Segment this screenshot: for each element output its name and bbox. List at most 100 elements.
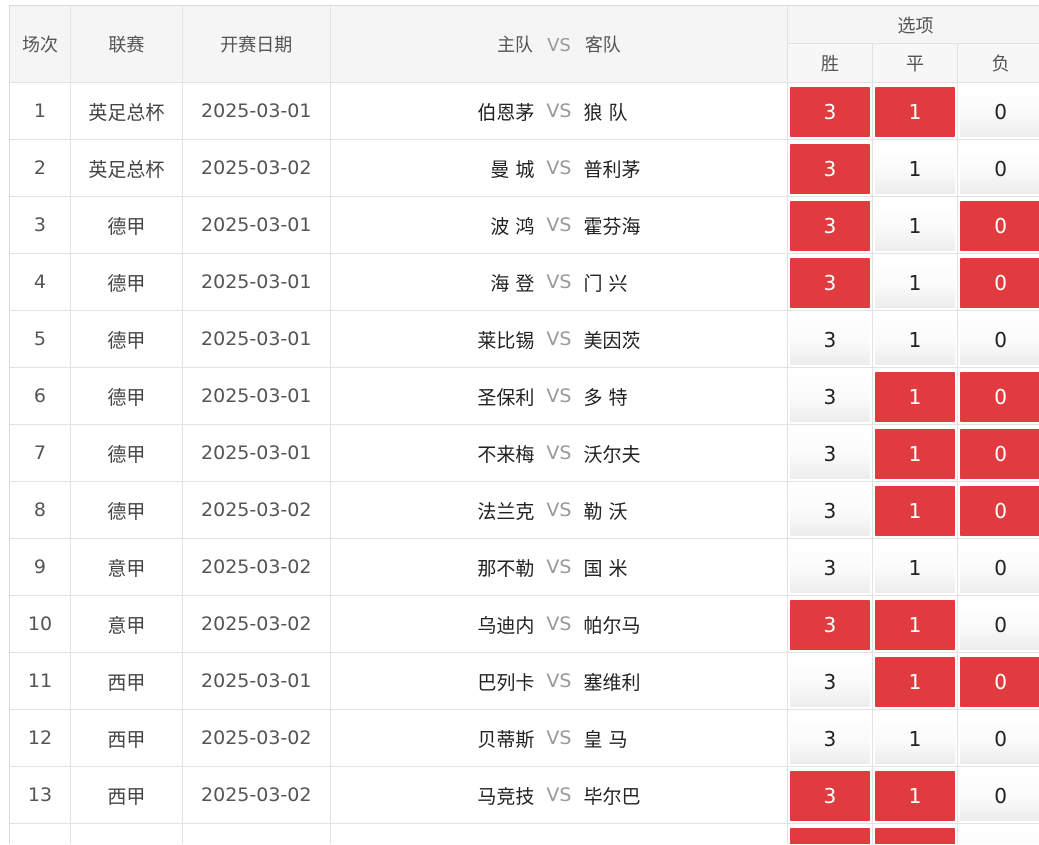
row-league: 法甲 — [70, 823, 183, 844]
option-draw-button[interactable]: 1 — [874, 200, 956, 251]
option-draw-button[interactable]: 1 — [874, 143, 956, 194]
option-draw-button[interactable]: 1 — [874, 599, 956, 650]
row-date: 2025-03-02 — [182, 538, 331, 596]
row-match-inner: 那不勒 VS 国 米 — [331, 554, 787, 581]
option-lose-cell: 0 — [957, 766, 1039, 824]
option-win-cell: 3 — [787, 481, 873, 539]
option-draw-button[interactable]: 1 — [874, 428, 956, 479]
row-match-inner: 不来梅 VS 沃尔夫 — [331, 440, 787, 467]
option-win-button[interactable]: 3 — [790, 200, 870, 251]
option-draw-button[interactable]: 1 — [874, 656, 956, 707]
option-draw-cell: 1 — [872, 823, 959, 844]
row-match: 圣保利 VS 多 特 — [330, 367, 789, 425]
table-body: 1 英足总杯 2025-03-01 伯恩茅 VS 狼 队 3 1 0 2 英足总… — [10, 82, 1039, 844]
away-team: 国 米 — [583, 557, 628, 580]
option-draw-button[interactable]: 1 — [874, 827, 956, 844]
table-row: 2 英足总杯 2025-03-02 曼 城 VS 普利茅 3 1 0 — [10, 139, 1039, 197]
option-draw-button[interactable]: 1 — [874, 770, 956, 821]
option-lose-button[interactable]: 0 — [960, 542, 1039, 593]
row-index: 3 — [10, 196, 71, 254]
row-date-text: 2025-03-01 — [201, 328, 312, 350]
option-win-button[interactable]: 3 — [790, 827, 870, 844]
row-index-text: 7 — [33, 442, 47, 464]
home-team: 乌迪内 — [477, 614, 535, 637]
option-win-button[interactable]: 3 — [790, 143, 870, 194]
option-lose-button[interactable]: 0 — [960, 428, 1039, 479]
option-draw-button[interactable]: 1 — [874, 542, 956, 593]
option-draw-button[interactable]: 1 — [874, 485, 956, 536]
option-draw-cell: 1 — [872, 253, 959, 311]
row-league-text: 德甲 — [107, 215, 146, 238]
option-win-button[interactable]: 3 — [790, 542, 870, 593]
option-win-button[interactable]: 3 — [790, 770, 870, 821]
option-win-button[interactable]: 3 — [790, 485, 870, 536]
option-lose-cell: 0 — [957, 823, 1039, 844]
option-lose-button[interactable]: 0 — [960, 599, 1039, 650]
away-team: 霍芬海 — [583, 215, 641, 238]
option-lose-button[interactable]: 0 — [960, 770, 1039, 821]
option-win-button[interactable]: 3 — [790, 257, 870, 308]
header-lose: 负 — [957, 43, 1039, 83]
row-date: 2025-03-01 — [182, 196, 331, 254]
row-league-text: 英足总杯 — [88, 158, 165, 181]
row-league: 英足总杯 — [70, 139, 183, 197]
option-lose-cell: 0 — [957, 481, 1039, 539]
option-lose-cell: 0 — [957, 139, 1039, 197]
option-win-button[interactable]: 3 — [790, 86, 870, 137]
row-date-text: 2025-03-01 — [201, 442, 312, 464]
row-date: 2025-03-02 — [182, 481, 331, 539]
option-win-cell: 3 — [787, 823, 873, 844]
option-lose-button[interactable]: 0 — [960, 200, 1039, 251]
row-index-text: 2 — [33, 157, 47, 179]
row-index-text: 12 — [27, 727, 53, 749]
option-draw-button[interactable]: 1 — [874, 371, 956, 422]
table-row: 3 德甲 2025-03-01 波 鸿 VS 霍芬海 3 1 0 — [10, 196, 1039, 254]
table-header: 场次 联赛 开赛日期 主队 VS 客队 选项 胜 平 负 — [10, 6, 1039, 83]
row-index: 4 — [10, 253, 71, 311]
row-date-text: 2025-03-02 — [201, 556, 312, 578]
row-date: 2025-03-01 — [182, 253, 331, 311]
option-win-button[interactable]: 3 — [790, 656, 870, 707]
row-date: 2025-03-02 — [182, 595, 331, 653]
option-lose-button[interactable]: 0 — [960, 371, 1039, 422]
option-lose-button[interactable]: 0 — [960, 314, 1039, 365]
option-lose-button[interactable]: 0 — [960, 86, 1039, 137]
option-lose-button[interactable]: 0 — [960, 485, 1039, 536]
away-team: 塞维利 — [583, 671, 641, 694]
row-match-inner: 莱比锡 VS 美因茨 — [331, 326, 787, 353]
home-team: 巴列卡 — [477, 671, 535, 694]
row-league: 德甲 — [70, 196, 183, 254]
option-win-button[interactable]: 3 — [790, 371, 870, 422]
row-match-inner: 马竞技 VS 毕尔巴 — [331, 782, 787, 809]
row-index-text: 4 — [33, 271, 47, 293]
option-win-button[interactable]: 3 — [790, 713, 870, 764]
option-win-button[interactable]: 3 — [790, 314, 870, 365]
option-draw-button[interactable]: 1 — [874, 314, 956, 365]
row-index-text: 9 — [33, 556, 47, 578]
option-lose-button[interactable]: 0 — [960, 713, 1039, 764]
home-team: 法兰克 — [477, 500, 535, 523]
option-win-cell: 3 — [787, 424, 873, 482]
table-row: 14 法甲 2025-03-02 日尔曼 VS 里 尔 3 1 0 — [10, 823, 1039, 844]
option-lose-cell: 0 — [957, 367, 1039, 425]
option-lose-button[interactable]: 0 — [960, 257, 1039, 308]
row-index-text: 10 — [27, 613, 53, 635]
row-league-text: 西甲 — [107, 728, 146, 751]
row-index: 12 — [10, 709, 71, 767]
option-lose-button[interactable]: 0 — [960, 656, 1039, 707]
option-win-button[interactable]: 3 — [790, 428, 870, 479]
row-league-text: 意甲 — [107, 614, 146, 637]
option-lose-button[interactable]: 0 — [960, 827, 1039, 844]
option-draw-button[interactable]: 1 — [874, 86, 956, 137]
row-date-text: 2025-03-02 — [201, 784, 312, 806]
home-team: 贝蒂斯 — [477, 728, 535, 751]
away-team: 皇 马 — [583, 728, 628, 751]
row-match: 不来梅 VS 沃尔夫 — [330, 424, 789, 482]
row-index: 8 — [10, 481, 71, 539]
row-date-text: 2025-03-02 — [201, 613, 312, 635]
vs-label: VS — [546, 214, 572, 236]
option-win-button[interactable]: 3 — [790, 599, 870, 650]
option-draw-button[interactable]: 1 — [874, 257, 956, 308]
option-lose-button[interactable]: 0 — [960, 143, 1039, 194]
option-draw-button[interactable]: 1 — [874, 713, 956, 764]
